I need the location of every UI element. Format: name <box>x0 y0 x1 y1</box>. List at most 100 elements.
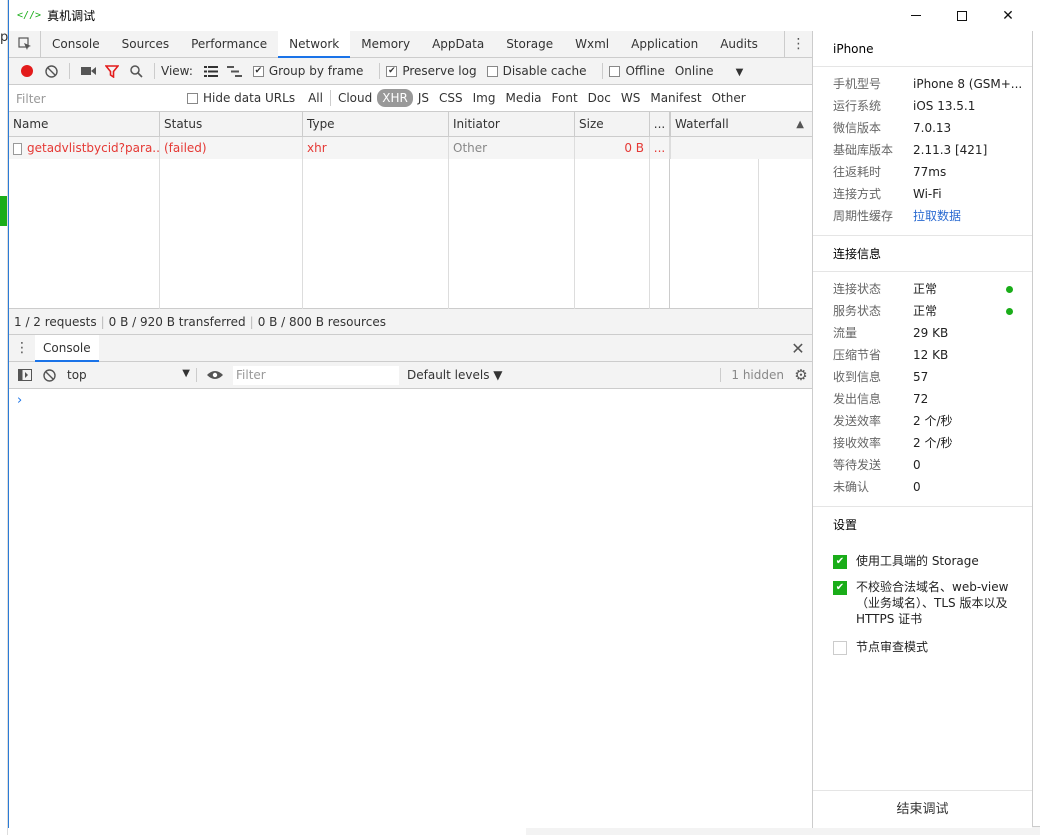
setting-skip-domain-check[interactable]: ✔ 不校验合法域名、web-view（业务域名）、TLS 版本以及 HTTPS 证… <box>813 579 1032 627</box>
chevron-down-icon: ▼ <box>735 67 744 78</box>
filter-bar: Filter Hide data URLs All Cloud XHR JS C… <box>9 85 812 112</box>
offline-checkbox[interactable]: Offline <box>609 64 665 78</box>
device-info-panel: iPhone 手机型号 iPhone 8 (GSM+... 运行系统 iOS 13.… <box>813 31 1032 828</box>
info-key: 往返耗时 <box>833 165 882 179</box>
clear-console-button[interactable] <box>37 364 61 386</box>
type-filter-css[interactable]: CSS <box>434 89 468 107</box>
type-filter-img[interactable]: Img <box>468 89 501 107</box>
more-options-icon[interactable]: ⋮ <box>784 30 812 58</box>
minimize-button[interactable] <box>893 0 939 31</box>
clear-button[interactable] <box>39 60 63 82</box>
info-value: 2 个/秒 <box>913 436 953 450</box>
close-drawer-icon[interactable]: ✕ <box>784 339 812 358</box>
column-header-status[interactable]: Status <box>160 112 303 136</box>
tab-memory[interactable]: Memory <box>350 31 421 58</box>
devtools-tab-bar: Console Sources Performance Network Memo… <box>9 30 812 58</box>
tab-application[interactable]: Application <box>620 31 709 58</box>
info-value: 正常 <box>913 304 938 318</box>
type-filter-font[interactable]: Font <box>547 89 583 107</box>
setting-use-tool-storage[interactable]: ✔ 使用工具端的 Storage <box>813 553 1032 569</box>
tab-storage[interactable]: Storage <box>495 31 564 58</box>
tab-audits[interactable]: Audits <box>709 31 769 58</box>
type-filter-all[interactable]: All <box>303 89 328 107</box>
remote-debug-window: <//> 真机调试 ✕ Console Sources Performance … <box>8 0 1033 828</box>
type-filter-doc[interactable]: Doc <box>583 89 616 107</box>
table-header: Name Status Type Initiator Size ... Wate… <box>9 112 812 137</box>
overview-button[interactable] <box>223 60 247 82</box>
info-key: 未确认 <box>833 480 870 494</box>
checkbox-checked-icon: ✔ <box>252 65 264 77</box>
inspect-element-button[interactable] <box>9 30 41 58</box>
column-header-name[interactable]: Name <box>9 112 160 136</box>
group-by-frame-checkbox[interactable]: ✔ Group by frame <box>252 64 363 78</box>
type-filter-js[interactable]: JS <box>413 89 434 107</box>
devtools-panel: Console Sources Performance Network Memo… <box>9 30 813 828</box>
type-filter-cloud[interactable]: Cloud <box>333 89 377 107</box>
checkbox-checked-icon[interactable]: ✔ <box>833 555 847 569</box>
record-button[interactable] <box>15 60 39 82</box>
info-key: 压缩节省 <box>833 348 882 362</box>
end-debug-button[interactable]: 结束调试 <box>813 790 1032 828</box>
screenshot-button[interactable] <box>76 60 100 82</box>
tab-console[interactable]: Console <box>41 31 111 58</box>
maximize-button[interactable] <box>939 0 985 31</box>
large-rows-button[interactable] <box>199 60 223 82</box>
throttling-select[interactable]: Online ▼ <box>675 64 743 78</box>
type-filter-other[interactable]: Other <box>707 89 751 107</box>
gear-icon[interactable]: ⚙ <box>790 366 812 384</box>
console-filter-input[interactable]: Filter <box>233 365 399 385</box>
search-button[interactable] <box>124 60 148 82</box>
type-filter-media[interactable]: Media <box>500 89 546 107</box>
table-grid-lines <box>9 159 812 309</box>
table-row[interactable]: getadvlistbycid?para... (failed) xhr Oth… <box>9 137 812 159</box>
drawer-menu-icon[interactable]: ⋮ <box>9 340 35 356</box>
info-value: 0 <box>913 458 921 472</box>
column-header-type[interactable]: Type <box>303 112 449 136</box>
tab-sources[interactable]: Sources <box>111 31 180 58</box>
checkbox-checked-icon[interactable]: ✔ <box>833 581 847 595</box>
filter-input[interactable]: Filter <box>13 89 175 107</box>
drawer-tab-bar: ⋮ Console ✕ <box>9 334 812 362</box>
type-filter-xhr[interactable]: XHR <box>377 89 413 107</box>
info-value: 7.0.13 <box>913 121 952 135</box>
request-type-cell: xhr <box>303 137 449 159</box>
column-header-size[interactable]: Size <box>575 112 650 136</box>
request-size-cell: 0 B <box>575 137 650 159</box>
sidebar-toggle-button[interactable] <box>13 364 37 386</box>
type-filter-manifest[interactable]: Manifest <box>645 89 706 107</box>
tab-appdata[interactable]: AppData <box>421 31 495 58</box>
summary-requests: 1 / 2 requests <box>14 315 97 329</box>
info-key: 基础库版本 <box>833 143 894 157</box>
console-toolbar: top ▼ Filter Default levels ▼ 1 hidden ⚙ <box>9 362 812 389</box>
preserve-log-checkbox[interactable]: ✔ Preserve log <box>386 64 477 78</box>
checkbox-unchecked-icon[interactable] <box>833 641 847 655</box>
drawer-tab-console[interactable]: Console <box>35 334 99 362</box>
column-header-initiator[interactable]: Initiator <box>449 112 575 136</box>
background-window-left: p <box>0 0 8 835</box>
hide-data-urls-checkbox[interactable]: Hide data URLs <box>187 91 295 105</box>
tab-performance[interactable]: Performance <box>180 31 278 58</box>
column-header-waterfall[interactable]: Waterfall ▲ <box>670 112 812 136</box>
close-button[interactable]: ✕ <box>985 0 1031 31</box>
info-row: 等待发送 0 <box>813 454 1032 476</box>
tab-wxml[interactable]: Wxml <box>564 31 620 58</box>
info-value: 57 <box>913 370 929 384</box>
column-header-more[interactable]: ... <box>650 112 670 136</box>
info-key: 接收效率 <box>833 436 882 450</box>
record-icon <box>21 65 33 77</box>
setting-node-inspect-mode[interactable]: 节点审查模式 <box>813 639 1032 655</box>
console-prompt[interactable]: › <box>17 393 22 408</box>
fetch-data-link[interactable]: 拉取数据 <box>913 205 1032 227</box>
type-filter-ws[interactable]: WS <box>616 89 645 107</box>
log-levels-select[interactable]: Default levels ▼ <box>407 368 503 382</box>
device-info-list: 手机型号 iPhone 8 (GSM+... 运行系统 iOS 13.5.1 微信版… <box>813 67 1032 236</box>
video-camera-icon <box>80 67 96 75</box>
filter-button[interactable] <box>100 60 124 82</box>
info-key: 手机型号 <box>833 77 882 91</box>
divider: | <box>100 315 105 329</box>
tab-network[interactable]: Network <box>278 30 351 58</box>
code-icon: <//> <box>17 10 42 21</box>
context-select[interactable]: top ▼ <box>61 368 197 382</box>
live-expression-button[interactable] <box>203 364 227 386</box>
disable-cache-checkbox[interactable]: Disable cache <box>486 64 586 78</box>
